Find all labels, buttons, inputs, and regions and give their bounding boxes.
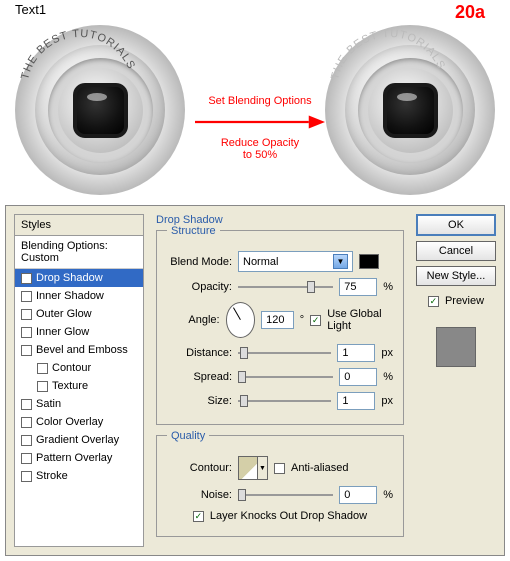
- style-label: Color Overlay: [36, 416, 103, 428]
- style-checkbox[interactable]: [37, 381, 48, 392]
- cancel-button[interactable]: Cancel: [416, 241, 496, 261]
- lens-before: THE BEST TUTORIALS: [15, 25, 185, 195]
- arrow-icon: [195, 111, 325, 133]
- global-light-label: Use Global Light: [327, 308, 393, 332]
- angle-label: Angle:: [167, 314, 220, 326]
- angle-dial[interactable]: [226, 302, 256, 338]
- distance-slider[interactable]: [238, 346, 331, 360]
- layer-style-dialog: Styles Blending Options: Custom Drop Sha…: [5, 205, 505, 556]
- style-item-drop-shadow[interactable]: Drop Shadow: [15, 269, 143, 287]
- ok-button[interactable]: OK: [416, 214, 496, 236]
- angle-input[interactable]: 120: [261, 311, 294, 329]
- noise-input[interactable]: 0: [339, 486, 377, 504]
- style-label: Inner Shadow: [36, 290, 104, 302]
- chevron-down-icon: ▼: [257, 457, 267, 479]
- style-checkbox[interactable]: [21, 345, 32, 356]
- contour-label: Contour:: [167, 462, 232, 474]
- shadow-color-swatch[interactable]: [359, 254, 379, 269]
- size-slider[interactable]: [238, 394, 331, 408]
- style-item-satin[interactable]: Satin: [15, 395, 143, 413]
- lens-after: THE BEST TUTORIALS: [325, 25, 495, 195]
- size-label: Size:: [167, 395, 232, 407]
- quality-group: Quality Contour: ▼ Anti-aliased Noise: 0…: [156, 435, 404, 537]
- style-item-color-overlay[interactable]: Color Overlay: [15, 413, 143, 431]
- style-label: Satin: [36, 398, 61, 410]
- styles-header[interactable]: Styles: [15, 215, 143, 236]
- spread-input[interactable]: 0: [339, 368, 377, 386]
- blend-mode-select[interactable]: Normal▼: [238, 251, 353, 272]
- size-input[interactable]: 1: [337, 392, 375, 410]
- new-style-button[interactable]: New Style...: [416, 266, 496, 286]
- style-item-gradient-overlay[interactable]: Gradient Overlay: [15, 431, 143, 449]
- style-checkbox[interactable]: [21, 309, 32, 320]
- style-checkbox[interactable]: [21, 291, 32, 302]
- style-label: Texture: [52, 380, 88, 392]
- style-checkbox[interactable]: [37, 363, 48, 374]
- annotation: Set Blending Options Reduce Opacity to 5…: [195, 95, 325, 161]
- style-checkbox[interactable]: [21, 399, 32, 410]
- chevron-down-icon: ▼: [333, 254, 348, 269]
- style-label: Inner Glow: [36, 326, 89, 338]
- knockout-label: Layer Knocks Out Drop Shadow: [210, 510, 367, 522]
- style-item-contour[interactable]: Contour: [15, 359, 143, 377]
- antialiased-checkbox[interactable]: [274, 463, 285, 474]
- contour-picker[interactable]: ▼: [238, 456, 268, 480]
- distance-input[interactable]: 1: [337, 344, 375, 362]
- style-checkbox[interactable]: [21, 453, 32, 464]
- spread-label: Spread:: [167, 371, 232, 383]
- spread-slider[interactable]: [238, 370, 333, 384]
- styles-list: Styles Blending Options: Custom Drop Sha…: [14, 214, 144, 547]
- style-item-stroke[interactable]: Stroke: [15, 467, 143, 485]
- preview-checkbox[interactable]: [428, 296, 439, 307]
- style-label: Drop Shadow: [36, 272, 103, 284]
- style-checkbox[interactable]: [21, 471, 32, 482]
- preview-label: Preview: [445, 295, 484, 307]
- style-label: Stroke: [36, 470, 68, 482]
- button-column: OK Cancel New Style... Preview: [416, 214, 496, 547]
- style-item-texture[interactable]: Texture: [15, 377, 143, 395]
- style-item-pattern-overlay[interactable]: Pattern Overlay: [15, 449, 143, 467]
- style-checkbox[interactable]: [21, 327, 32, 338]
- style-label: Outer Glow: [36, 308, 92, 320]
- distance-label: Distance:: [167, 347, 232, 359]
- step-code: 20a: [455, 2, 485, 23]
- blending-options-item[interactable]: Blending Options: Custom: [15, 236, 143, 269]
- style-label: Bevel and Emboss: [36, 344, 128, 356]
- structure-group: Structure Blend Mode: Normal▼ Opacity: 7…: [156, 230, 404, 425]
- style-item-inner-glow[interactable]: Inner Glow: [15, 323, 143, 341]
- style-label: Contour: [52, 362, 91, 374]
- style-checkbox[interactable]: [21, 273, 32, 284]
- opacity-slider[interactable]: [238, 280, 333, 294]
- blend-mode-label: Blend Mode:: [167, 256, 232, 268]
- style-checkbox[interactable]: [21, 435, 32, 446]
- opacity-label: Opacity:: [167, 281, 232, 293]
- opacity-input[interactable]: 75: [339, 278, 377, 296]
- style-item-inner-shadow[interactable]: Inner Shadow: [15, 287, 143, 305]
- noise-label: Noise:: [167, 489, 232, 501]
- style-item-bevel-and-emboss[interactable]: Bevel and Emboss: [15, 341, 143, 359]
- antialiased-label: Anti-aliased: [291, 462, 348, 474]
- style-label: Pattern Overlay: [36, 452, 112, 464]
- layer-name: Text1: [15, 2, 46, 17]
- style-label: Gradient Overlay: [36, 434, 119, 446]
- style-item-outer-glow[interactable]: Outer Glow: [15, 305, 143, 323]
- noise-slider[interactable]: [238, 488, 333, 502]
- style-checkbox[interactable]: [21, 417, 32, 428]
- global-light-checkbox[interactable]: [310, 315, 321, 326]
- knockout-checkbox[interactable]: [193, 511, 204, 522]
- preview-swatch: [436, 327, 476, 367]
- options-panel: Drop Shadow Structure Blend Mode: Normal…: [152, 214, 408, 547]
